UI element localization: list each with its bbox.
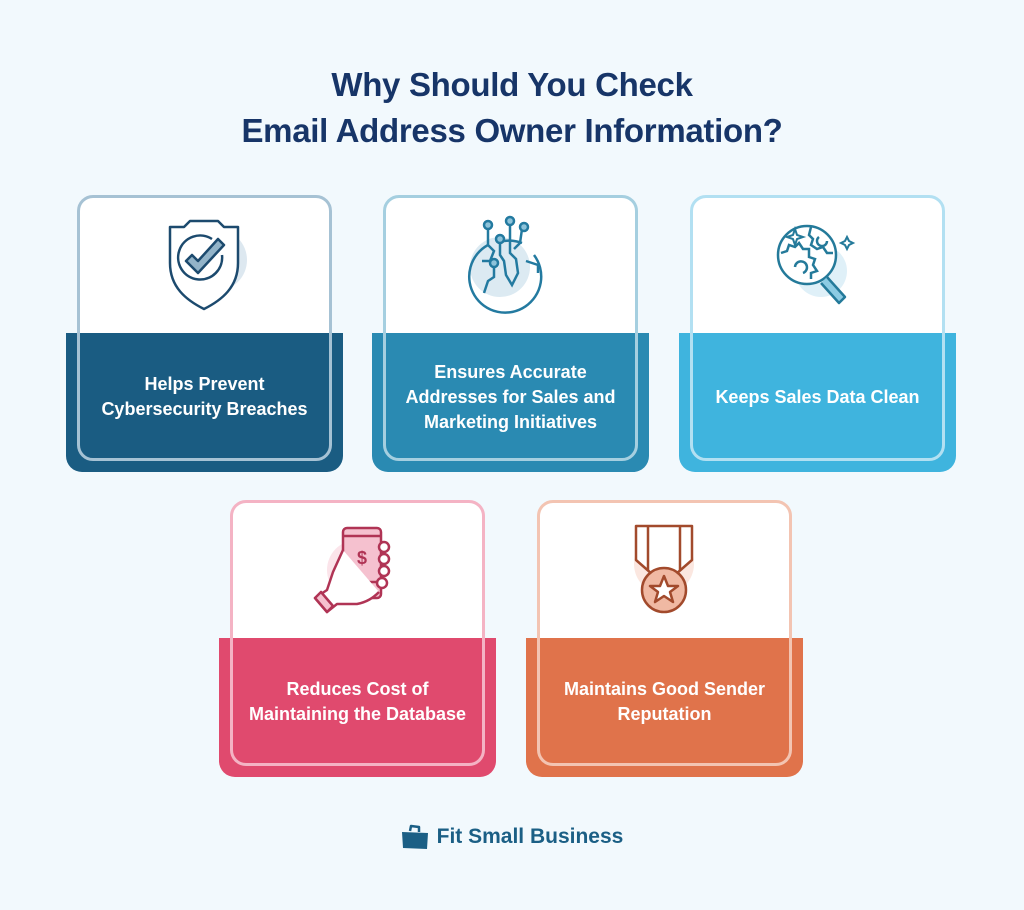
card-accurate-addresses: Ensures Accurate Addresses for Sales and…: [372, 195, 649, 472]
title-line-2: Email Address Owner Information?: [241, 112, 783, 149]
globe-circuit-icon: [467, 215, 543, 314]
brand-name: Fit Small Business: [436, 825, 624, 848]
card-reduce-cost: $ Reduces Cost of Maintaining the Databa…: [219, 500, 496, 777]
card-label: Helps Prevent Cybersecurity Breaches: [101, 374, 308, 419]
medal-star-icon: [634, 524, 694, 614]
title-line-1: Why Should You Check: [331, 66, 693, 103]
briefcase-icon: [401, 824, 428, 849]
card-label: Maintains Good Sender Reputation: [563, 679, 766, 724]
page-title: Why Should You Check Email Address Owner…: [0, 62, 1024, 154]
card-label: Reduces Cost of Maintaining the Database: [248, 679, 467, 724]
card-label: Ensures Accurate Addresses for Sales and…: [405, 361, 616, 432]
card-label: Keeps Sales Data Clean: [715, 386, 920, 407]
shield-check-icon: [168, 219, 247, 311]
svg-text:$: $: [357, 548, 367, 568]
card-clean-data: Keeps Sales Data Clean: [679, 195, 956, 472]
brand-logo: Fit Small Business: [0, 824, 1024, 850]
card-cybersecurity: Helps Prevent Cybersecurity Breaches: [66, 195, 343, 472]
magnifier-gears-icon: [776, 224, 856, 305]
card-sender-reputation: Maintains Good Sender Reputation: [526, 500, 803, 777]
hand-phone-dollar-icon: $: [313, 526, 391, 614]
